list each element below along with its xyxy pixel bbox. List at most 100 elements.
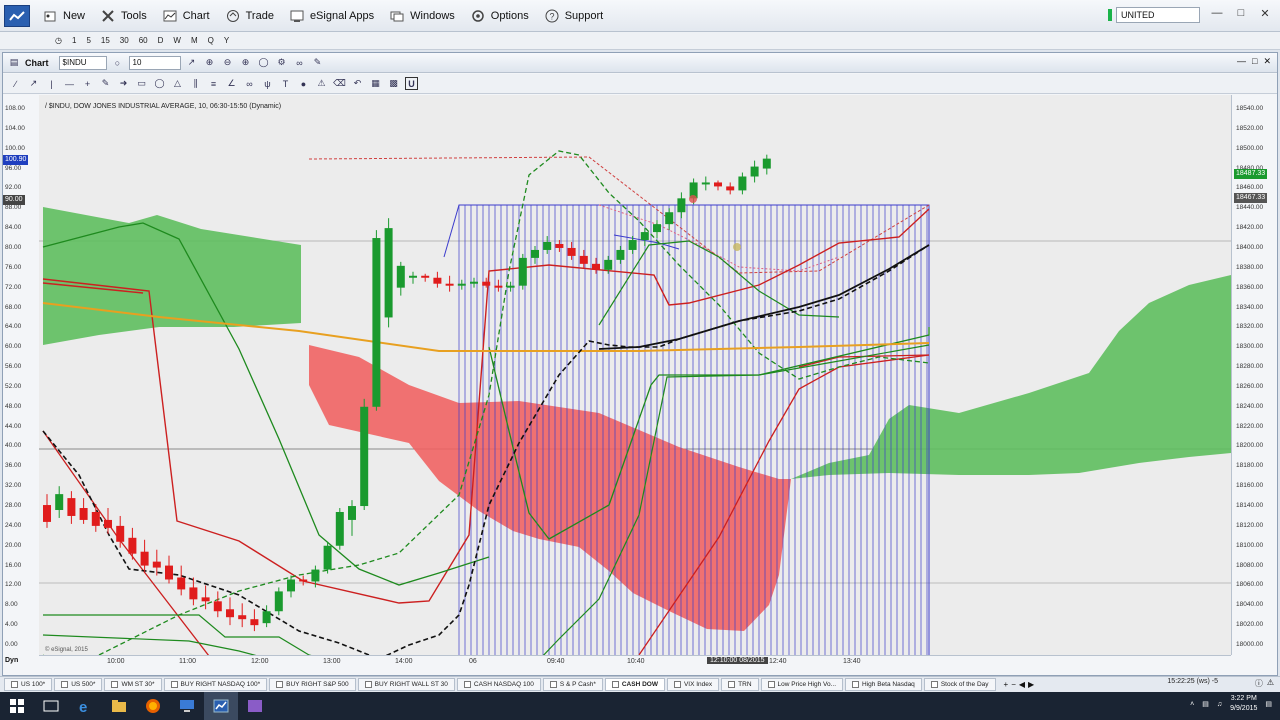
tab-checkbox-icon[interactable] bbox=[11, 681, 18, 688]
link-icon[interactable]: ○ bbox=[111, 56, 125, 70]
interval-button[interactable]: M bbox=[186, 36, 203, 45]
pen-icon[interactable]: ✎ bbox=[311, 56, 325, 70]
remote-desktop-icon[interactable] bbox=[170, 692, 204, 720]
tab-checkbox-icon[interactable] bbox=[463, 681, 471, 688]
trendline-icon[interactable]: ∕ bbox=[9, 77, 22, 90]
zoom-out-icon[interactable]: ⊖ bbox=[221, 56, 235, 70]
tab-next-icon[interactable]: ▶ bbox=[1028, 680, 1034, 689]
alert-icon[interactable]: ⚠ bbox=[315, 77, 328, 90]
task-view-icon[interactable] bbox=[34, 692, 68, 720]
underline-icon[interactable]: U bbox=[405, 77, 418, 90]
tab-checkbox-icon[interactable] bbox=[767, 681, 775, 688]
page-tab[interactable]: BUY RIGHT WALL ST 30 bbox=[357, 678, 455, 691]
menu-support[interactable]: ? Support bbox=[536, 3, 611, 29]
tab-checkbox-icon[interactable] bbox=[673, 681, 681, 688]
chart-maximize-icon[interactable]: □ bbox=[1252, 56, 1257, 67]
interval-button[interactable]: 1 bbox=[67, 36, 81, 45]
tab-checkbox-icon[interactable] bbox=[111, 681, 119, 688]
tab-checkbox-icon[interactable] bbox=[930, 681, 938, 688]
status-alert-icon[interactable]: ⚠ bbox=[1267, 678, 1274, 689]
tray-clock[interactable]: 3:22 PM 9/9/2015 bbox=[1230, 694, 1257, 714]
undo-icon[interactable]: ↶ bbox=[351, 77, 364, 90]
page-tab[interactable]: High Beta Nasdaq bbox=[845, 678, 922, 691]
tab-checkbox-icon[interactable] bbox=[364, 681, 372, 688]
tab-checkbox-icon[interactable] bbox=[852, 681, 860, 688]
cursor-icon[interactable]: ↗ bbox=[185, 56, 199, 70]
channel-icon[interactable]: ∥ bbox=[189, 77, 202, 90]
menu-windows[interactable]: Windows bbox=[381, 3, 462, 29]
interval-button[interactable]: W bbox=[168, 36, 186, 45]
volume-icon[interactable]: ♫ bbox=[1217, 701, 1222, 708]
symbol-search-input[interactable]: UNITED bbox=[1116, 7, 1200, 23]
chart-plot-area[interactable]: © eSignal, 2015 bbox=[39, 95, 1231, 655]
tab-checkbox-icon[interactable] bbox=[549, 681, 557, 688]
pencil-icon[interactable]: ✎ bbox=[99, 77, 112, 90]
lock-icon[interactable]: ▩ bbox=[387, 77, 400, 90]
page-tab[interactable]: TRN bbox=[721, 678, 759, 691]
menu-esignal-apps[interactable]: eSignal Apps bbox=[281, 3, 381, 29]
crosshair-icon[interactable]: ⊕ bbox=[203, 56, 217, 70]
ray-icon[interactable]: ↗ bbox=[27, 77, 40, 90]
ellipse-icon[interactable]: ◯ bbox=[153, 77, 166, 90]
tab-checkbox-icon[interactable] bbox=[611, 681, 619, 688]
firefox-icon[interactable] bbox=[136, 692, 170, 720]
chart-close-icon[interactable]: ✕ bbox=[1263, 56, 1271, 67]
interval-button[interactable]: 30 bbox=[115, 36, 134, 45]
maximize-icon[interactable]: □ bbox=[1230, 4, 1252, 22]
page-tab[interactable]: US 100* bbox=[4, 678, 53, 691]
cycle-icon[interactable]: ∞ bbox=[243, 77, 256, 90]
notifications-icon[interactable]: ▤ bbox=[1265, 700, 1272, 708]
close-icon[interactable]: ✕ bbox=[1254, 4, 1276, 22]
app-task-icon[interactable] bbox=[238, 692, 272, 720]
windows-start-icon[interactable] bbox=[0, 692, 34, 720]
page-tab[interactable]: US 500* bbox=[54, 678, 103, 691]
marker-icon[interactable]: ● bbox=[297, 77, 310, 90]
page-tab[interactable]: S & P Cash* bbox=[542, 678, 603, 691]
chart-minimize-icon[interactable]: — bbox=[1237, 56, 1246, 67]
page-tab[interactable]: WM ST 30* bbox=[104, 678, 162, 691]
pitchfork-icon[interactable]: ψ bbox=[261, 77, 274, 90]
grid-icon[interactable]: ▦ bbox=[369, 77, 382, 90]
eraser-icon[interactable]: ⌫ bbox=[333, 77, 346, 90]
link-chain-icon[interactable]: ∞ bbox=[293, 56, 307, 70]
text-icon[interactable]: T bbox=[279, 77, 292, 90]
tab-remove-icon[interactable]: − bbox=[1011, 680, 1016, 689]
tab-add-icon[interactable]: + bbox=[1004, 680, 1009, 689]
cross-line-icon[interactable]: + bbox=[81, 77, 94, 90]
gann-icon[interactable]: ∠ bbox=[225, 77, 238, 90]
page-tab[interactable]: BUY RIGHT S&P 500 bbox=[269, 678, 356, 691]
interval-button[interactable]: Y bbox=[219, 36, 234, 45]
status-info-icon[interactable]: ⓘ bbox=[1255, 678, 1263, 689]
reset-zoom-icon[interactable]: ◯ bbox=[257, 56, 271, 70]
zoom-in-icon[interactable]: ⊕ bbox=[239, 56, 253, 70]
page-tab[interactable]: Stock of the Day bbox=[923, 678, 996, 691]
triangle-icon[interactable]: △ bbox=[171, 77, 184, 90]
tab-prev-icon[interactable]: ◀ bbox=[1019, 680, 1025, 689]
tray-chevron-icon[interactable]: ˄ bbox=[1190, 701, 1194, 708]
tab-checkbox-icon[interactable] bbox=[61, 681, 69, 688]
arrow-icon[interactable]: ➜ bbox=[117, 77, 130, 90]
tab-checkbox-icon[interactable] bbox=[170, 681, 178, 688]
interval-button[interactable]: 60 bbox=[134, 36, 153, 45]
minimize-icon[interactable]: — bbox=[1206, 4, 1228, 22]
clock-icon[interactable]: ◷ bbox=[50, 36, 67, 45]
esignal-task-icon[interactable] bbox=[204, 692, 238, 720]
menu-new[interactable]: New bbox=[34, 3, 92, 29]
menu-chart[interactable]: Chart bbox=[154, 3, 217, 29]
chart-symbol-input[interactable]: $INDU bbox=[58, 55, 107, 70]
settings-icon[interactable]: ⚙ bbox=[275, 56, 289, 70]
tab-checkbox-icon[interactable] bbox=[276, 681, 284, 688]
horizontal-line-icon[interactable]: — bbox=[63, 77, 76, 90]
menu-tools[interactable]: Tools bbox=[92, 3, 154, 29]
page-tab[interactable]: Low Price High Vo... bbox=[760, 678, 844, 691]
interval-button[interactable]: 15 bbox=[96, 36, 115, 45]
page-tab[interactable]: VIX Index bbox=[666, 678, 720, 691]
rectangle-icon[interactable]: ▭ bbox=[135, 77, 148, 90]
interval-button[interactable]: Q bbox=[203, 36, 219, 45]
tab-checkbox-icon[interactable] bbox=[728, 681, 736, 688]
interval-button[interactable]: 5 bbox=[81, 36, 95, 45]
network-icon[interactable]: ▤ bbox=[1202, 700, 1209, 708]
chart-interval-input[interactable]: 10 bbox=[128, 55, 181, 70]
app-logo-icon[interactable] bbox=[4, 4, 30, 27]
edge-browser-icon[interactable]: e bbox=[68, 692, 102, 720]
